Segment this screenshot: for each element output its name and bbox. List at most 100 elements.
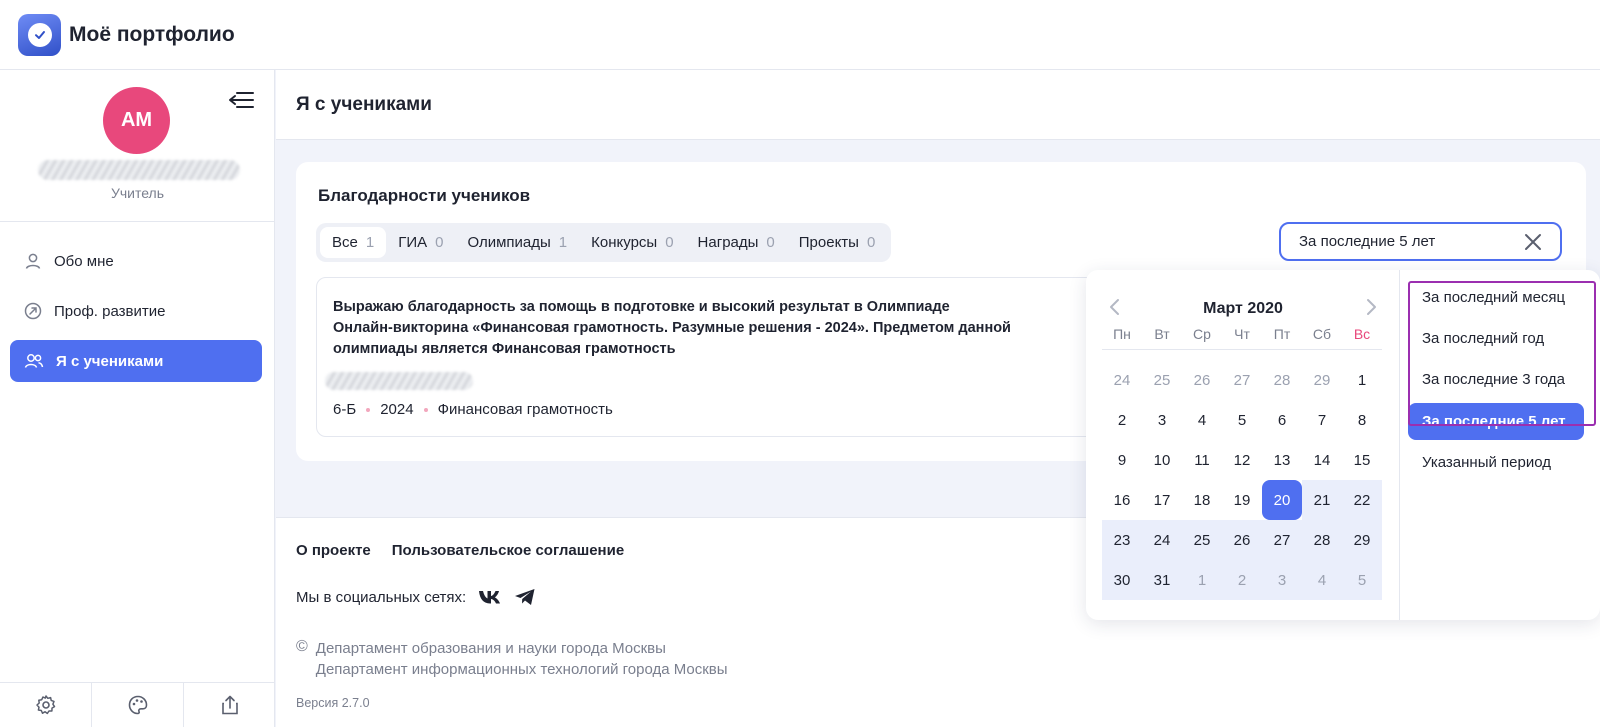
tab-gia[interactable]: ГИА 0 — [386, 227, 455, 258]
user-name-blurred — [38, 160, 240, 180]
calendar-day[interactable]: 24 — [1142, 520, 1182, 560]
separator-dot — [423, 407, 428, 412]
calendar-day[interactable]: 23 — [1102, 520, 1142, 560]
tab-label: ГИА — [398, 234, 428, 251]
calendar-day[interactable]: 3 — [1142, 400, 1182, 440]
calendar-day[interactable]: 3 — [1262, 560, 1302, 600]
page-title: Я с учениками — [296, 93, 432, 115]
period-option[interactable]: За последние 3 года — [1408, 361, 1584, 398]
nav-about-me-label: Обо мне — [54, 252, 114, 270]
calendar-day[interactable]: 6 — [1262, 400, 1302, 440]
calendar-day[interactable]: 21 — [1302, 480, 1342, 520]
calendar-day[interactable]: 14 — [1302, 440, 1342, 480]
calendar-day[interactable]: 28 — [1302, 520, 1342, 560]
avatar[interactable]: АМ — [103, 87, 170, 154]
tab-count: 0 — [766, 234, 775, 251]
org-it: Департамент информационных технологий го… — [315, 661, 728, 678]
period-option[interactable]: За последний год — [1408, 320, 1584, 357]
calendar-day[interactable]: 29 — [1302, 360, 1342, 400]
user-agreement-link[interactable]: Пользовательское соглашение — [392, 542, 624, 559]
sidebar-bottom-bar — [0, 682, 275, 727]
calendar-day-selected[interactable]: 20 — [1262, 480, 1302, 520]
calendar-day[interactable]: 22 — [1342, 480, 1382, 520]
calendar-day[interactable]: 15 — [1342, 440, 1382, 480]
weekday-label: Чт — [1234, 326, 1250, 342]
tab-awards[interactable]: Награды 0 — [686, 227, 787, 258]
calendar-day[interactable]: 1 — [1342, 360, 1382, 400]
social-label: Мы в социальных сетях: — [296, 588, 467, 606]
copyright-block: © Департамент образования и науки города… — [296, 638, 728, 680]
period-dropdown: Март 2020 Пн Вт Ср Чт Пт Сб Вс 24 25 26 27 28 29 1 2 3… — [1086, 270, 1600, 620]
telegram-icon[interactable] — [514, 588, 536, 606]
calendar-day[interactable]: 19 — [1222, 480, 1262, 520]
period-option[interactable]: За последний месяц — [1408, 279, 1584, 316]
calendar-day[interactable]: 26 — [1222, 520, 1262, 560]
calendar-day[interactable]: 11 — [1182, 440, 1222, 480]
nav-about-me[interactable]: Обо мне — [10, 240, 262, 282]
export-button[interactable] — [184, 683, 275, 727]
calendar-day[interactable]: 28 — [1262, 360, 1302, 400]
tab-projects[interactable]: Проекты 0 — [787, 227, 888, 258]
page-header: Я с учениками — [276, 70, 1600, 140]
section-title: Благодарности учеников — [318, 186, 531, 205]
tab-all[interactable]: Все 1 — [320, 227, 387, 258]
calendar-day[interactable]: 26 — [1182, 360, 1222, 400]
calendar-day[interactable]: 16 — [1102, 480, 1142, 520]
calendar-month: Март 2020 — [1203, 300, 1283, 317]
collapse-menu-icon[interactable] — [226, 88, 256, 112]
period-option[interactable]: За последние 5 лет — [1408, 403, 1584, 440]
calendar-day[interactable]: 25 — [1142, 360, 1182, 400]
vk-icon[interactable] — [478, 589, 502, 605]
calendar-day[interactable]: 4 — [1182, 400, 1222, 440]
calendar-day[interactable]: 8 — [1342, 400, 1382, 440]
about-project-link[interactable]: О проекте — [296, 542, 371, 559]
calendar-day[interactable]: 30 — [1102, 560, 1142, 600]
calendar-day[interactable]: 1 — [1182, 560, 1222, 600]
app-title[interactable]: Моё портфолио — [69, 23, 235, 47]
calendar-day[interactable]: 27 — [1262, 520, 1302, 560]
calendar-day[interactable]: 9 — [1102, 440, 1142, 480]
settings-button[interactable] — [0, 683, 92, 727]
tab-olympiads[interactable]: Олимпиады 1 — [455, 227, 579, 258]
period-select[interactable]: За последние 5 лет — [1279, 222, 1562, 261]
divider — [0, 221, 275, 222]
calendar-day[interactable]: 7 — [1302, 400, 1342, 440]
nav-prof-development[interactable]: Проф. развитие — [10, 290, 262, 332]
growth-icon — [24, 302, 42, 320]
users-icon — [24, 354, 44, 368]
tab-contests[interactable]: Конкурсы 0 — [579, 227, 685, 258]
calendar-day[interactable]: 4 — [1302, 560, 1342, 600]
calendar-day[interactable]: 5 — [1222, 400, 1262, 440]
calendar-day[interactable]: 2 — [1222, 560, 1262, 600]
calendar-day[interactable]: 12 — [1222, 440, 1262, 480]
weekday-label: Пн — [1113, 326, 1131, 342]
calendar-day[interactable]: 25 — [1182, 520, 1222, 560]
calendar-day[interactable]: 18 — [1182, 480, 1222, 520]
calendar-day[interactable]: 10 — [1142, 440, 1182, 480]
tab-label: Все — [332, 234, 358, 251]
calendar-day[interactable]: 2 — [1102, 400, 1142, 440]
chevron-right-icon[interactable] — [1366, 298, 1378, 321]
calendar-day[interactable]: 13 — [1262, 440, 1302, 480]
tab-count: 0 — [866, 234, 876, 251]
sidebar: АМ Учитель Обо мне Проф. развитие Я с уч… — [0, 70, 275, 727]
period-select-value: За последние 5 лет — [1299, 233, 1436, 250]
nav-with-students[interactable]: Я с учениками — [10, 340, 262, 382]
calendar-day[interactable]: 31 — [1142, 560, 1182, 600]
calendar-day[interactable]: 17 — [1142, 480, 1182, 520]
user-icon — [25, 253, 41, 269]
theme-button[interactable] — [92, 683, 184, 727]
calendar-day[interactable]: 24 — [1102, 360, 1142, 400]
calendar-day[interactable]: 5 — [1342, 560, 1382, 600]
copyright-icon: © — [296, 638, 308, 655]
period-option[interactable]: Указанный период — [1408, 444, 1584, 481]
gratitude-text: Выражаю благодарность за помощь в подгот… — [333, 299, 1011, 357]
calendar-day[interactable]: 29 — [1342, 520, 1382, 560]
tab-label: Конкурсы — [591, 234, 658, 251]
footer-links: О проекте Пользовательское соглашение — [296, 542, 645, 559]
tab-label: Награды — [697, 234, 759, 251]
calendar-day[interactable]: 27 — [1222, 360, 1262, 400]
nav-with-students-label: Я с учениками — [56, 352, 164, 370]
check-badge-icon[interactable] — [18, 13, 61, 56]
close-icon[interactable] — [1524, 233, 1542, 255]
